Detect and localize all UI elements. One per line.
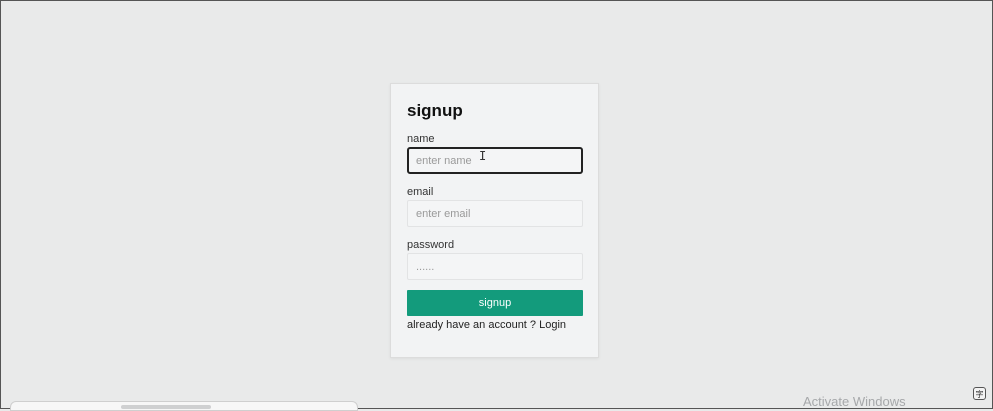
password-label: password xyxy=(407,239,455,251)
name-label: name xyxy=(407,133,435,145)
taskbar-thumbnail[interactable] xyxy=(10,401,358,411)
login-link[interactable]: Login xyxy=(539,319,566,331)
ibeam-cursor-icon: I xyxy=(479,149,487,163)
email-label: email xyxy=(407,186,434,198)
login-prompt-text: already have an account ? xyxy=(407,319,537,331)
signup-title: signup xyxy=(407,101,463,120)
login-prompt: already have an account ? Login xyxy=(407,319,566,331)
password-input[interactable] xyxy=(407,253,583,280)
text-caret xyxy=(408,153,409,166)
taskbar-thumbnail-bar xyxy=(121,405,211,409)
name-input[interactable] xyxy=(407,147,583,174)
translate-icon[interactable]: 字 xyxy=(973,387,986,400)
email-input[interactable] xyxy=(407,200,583,227)
activate-windows-watermark: Activate Windows xyxy=(803,394,906,409)
signup-card: signup name I email password signup alre… xyxy=(390,83,599,358)
signup-button[interactable]: signup xyxy=(407,290,583,316)
